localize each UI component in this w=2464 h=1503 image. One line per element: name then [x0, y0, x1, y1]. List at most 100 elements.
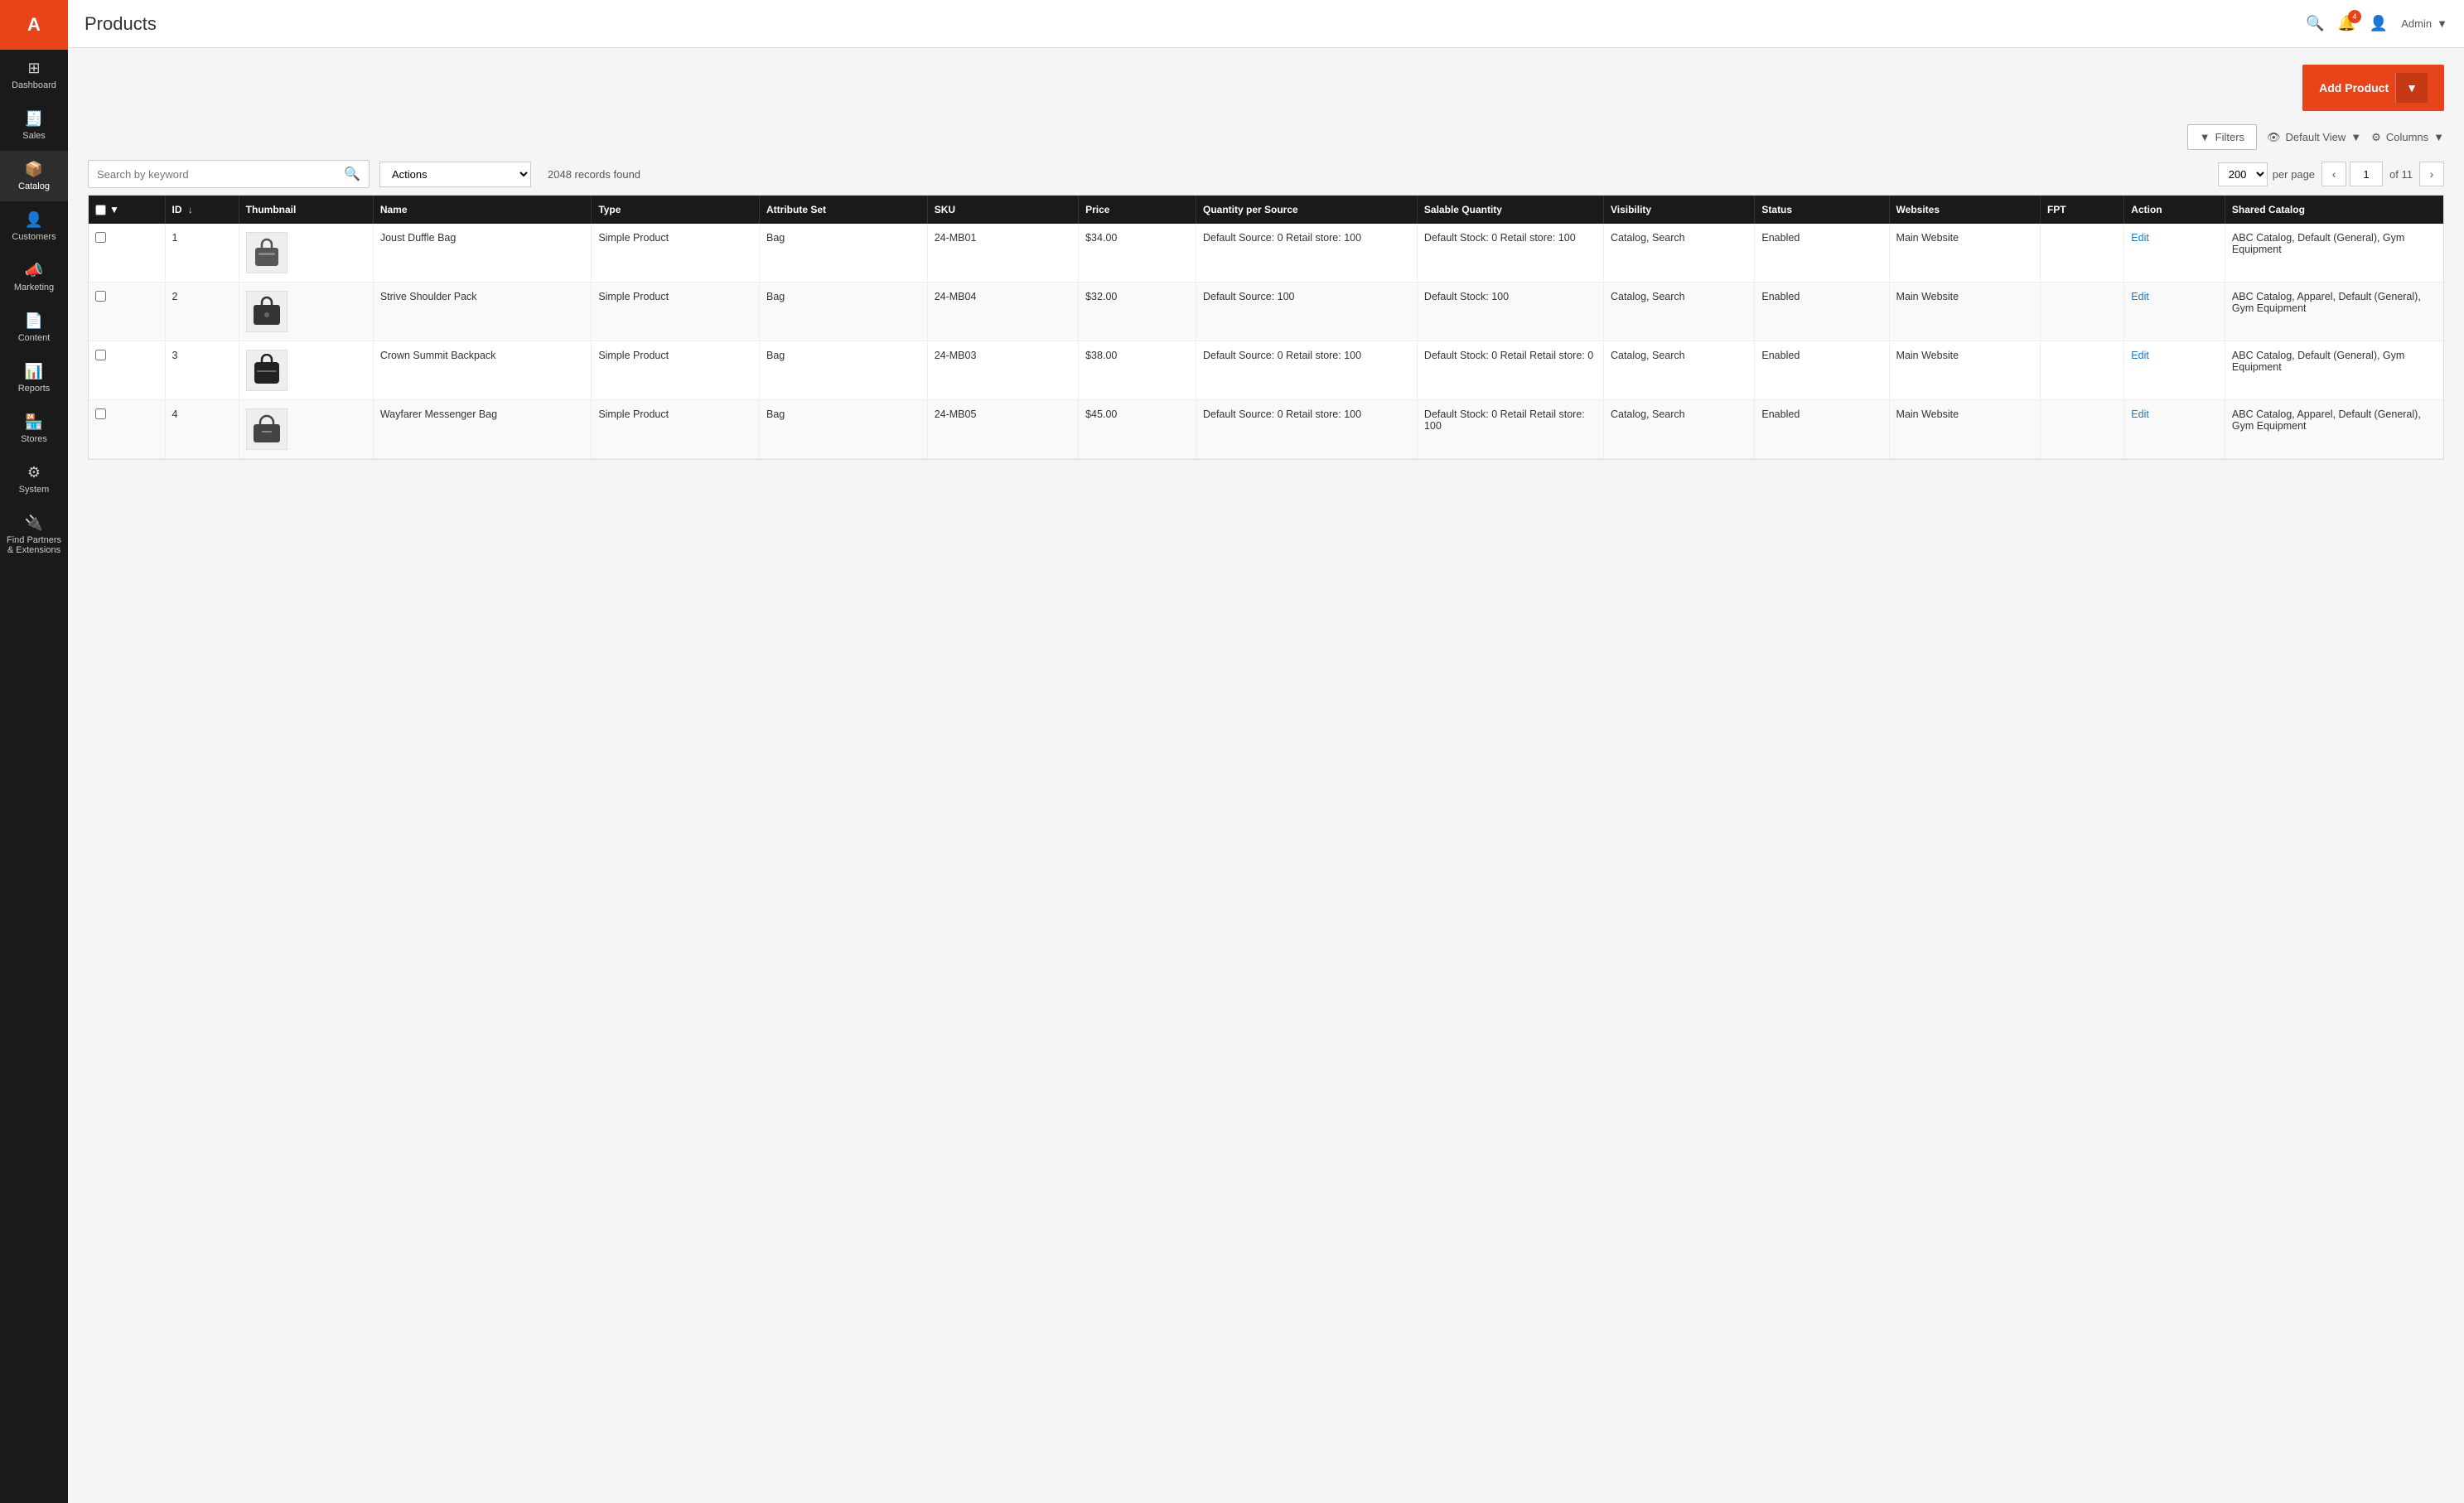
row-fpt — [2040, 341, 2123, 400]
row-status: Enabled — [1755, 341, 1889, 400]
row-action: Edit — [2124, 224, 2225, 283]
row-qty-per-source: Default Source: 0 Retail store: 100 — [1196, 341, 1417, 400]
view-dropdown-arrow: ▼ — [2350, 131, 2361, 143]
user-dropdown[interactable]: Admin ▼ — [2401, 17, 2447, 30]
row-visibility: Catalog, Search — [1603, 224, 1754, 283]
row-fpt — [2040, 400, 2123, 459]
table-body: 1 Joust Duffle Bag Simple Product Bag 24… — [89, 224, 2443, 459]
add-product-button[interactable]: Add Product ▼ — [2302, 65, 2444, 111]
search-input[interactable] — [97, 168, 344, 181]
row-qty-per-source: Default Source: 0 Retail store: 100 — [1196, 224, 1417, 283]
columns-label: Columns — [2386, 131, 2428, 143]
row-thumbnail — [239, 400, 373, 459]
th-price[interactable]: Price — [1079, 196, 1196, 224]
prev-page-button[interactable]: ‹ — [2321, 162, 2346, 186]
edit-link[interactable]: Edit — [2131, 291, 2149, 302]
default-view-label: Default View — [2286, 131, 2346, 143]
page-title: Products — [85, 13, 157, 35]
sidebar-item-label: Catalog — [18, 181, 50, 191]
per-page-label: per page — [2273, 168, 2315, 181]
row-checkbox[interactable] — [95, 291, 106, 302]
sidebar-item-stores[interactable]: 🏪 Stores — [0, 404, 68, 454]
table-row: 1 Joust Duffle Bag Simple Product Bag 24… — [89, 224, 2443, 283]
sidebar-item-label: Marketing — [14, 283, 54, 292]
sidebar-item-label: Sales — [22, 131, 46, 141]
sidebar: A ⊞ Dashboard 🧾 Sales 📦 Catalog 👤 Custom… — [0, 0, 68, 1503]
sidebar-item-content[interactable]: 📄 Content — [0, 302, 68, 353]
dashboard-icon: ⊞ — [27, 60, 40, 77]
row-thumbnail — [239, 283, 373, 341]
row-type: Simple Product — [592, 341, 760, 400]
next-page-button[interactable]: › — [2419, 162, 2444, 186]
row-checkbox[interactable] — [95, 232, 106, 243]
select-all-checkbox[interactable] — [95, 205, 106, 215]
th-salable-qty[interactable]: Salable Quantity — [1417, 196, 1603, 224]
filters-label: Filters — [2215, 131, 2244, 143]
th-fpt[interactable]: FPT — [2040, 196, 2123, 224]
row-checkbox[interactable] — [95, 408, 106, 419]
search-button[interactable]: 🔍 — [2306, 15, 2324, 32]
th-name[interactable]: Name — [373, 196, 592, 224]
row-sku: 24-MB05 — [927, 400, 1078, 459]
product-image — [246, 350, 287, 391]
columns-button[interactable]: ⚙ Columns ▼ — [2371, 131, 2444, 144]
add-product-dropdown-arrow[interactable]: ▼ — [2395, 73, 2428, 103]
th-action: Action — [2124, 196, 2225, 224]
row-checkbox[interactable] — [95, 350, 106, 360]
product-image — [246, 291, 287, 332]
row-status: Enabled — [1755, 400, 1889, 459]
row-salable-qty: Default Stock: 0 Retail Retail store: 0 — [1417, 341, 1603, 400]
row-salable-qty: Default Stock: 0 Retail Retail store: 10… — [1417, 400, 1603, 459]
sort-icon: ↓ — [188, 204, 193, 215]
sidebar-item-sales[interactable]: 🧾 Sales — [0, 100, 68, 151]
checkbox-dropdown-arrow[interactable]: ▼ — [109, 204, 119, 215]
row-visibility: Catalog, Search — [1603, 341, 1754, 400]
per-page-select-container: 200 20 50 100 per page — [2218, 162, 2315, 186]
row-price: $34.00 — [1079, 224, 1196, 283]
th-qty-per-source[interactable]: Quantity per Source — [1196, 196, 1417, 224]
th-status[interactable]: Status — [1755, 196, 1889, 224]
th-sku[interactable]: SKU — [927, 196, 1078, 224]
sidebar-item-catalog[interactable]: 📦 Catalog — [0, 151, 68, 201]
user-dropdown-arrow: ▼ — [2437, 17, 2447, 30]
per-page-select[interactable]: 200 20 50 100 — [2218, 162, 2268, 186]
columns-icon: ⚙ — [2371, 131, 2381, 144]
th-visibility[interactable]: Visibility — [1603, 196, 1754, 224]
actions-select[interactable]: Actions Delete Change Status Update Attr… — [379, 162, 531, 187]
customers-icon: 👤 — [25, 211, 43, 229]
row-shared-catalog: ABC Catalog, Apparel, Default (General),… — [2225, 283, 2443, 341]
edit-link[interactable]: Edit — [2131, 408, 2149, 420]
user-menu-button[interactable]: 👤 — [2370, 15, 2388, 32]
row-name: Wayfarer Messenger Bag — [373, 400, 592, 459]
row-id: 1 — [165, 224, 239, 283]
edit-link[interactable]: Edit — [2131, 350, 2149, 361]
filter-bar: ▼ Filters 👁 Default View ▼ ⚙ Columns ▼ — [88, 124, 2444, 150]
row-attribute-set: Bag — [760, 224, 928, 283]
th-type[interactable]: Type — [592, 196, 760, 224]
filters-button[interactable]: ▼ Filters — [2187, 124, 2257, 150]
row-action: Edit — [2124, 341, 2225, 400]
th-websites[interactable]: Websites — [1889, 196, 2040, 224]
notifications-button[interactable]: 🔔 4 — [2337, 15, 2355, 32]
sidebar-item-label: Dashboard — [12, 80, 56, 90]
default-view-button[interactable]: 👁 Default View ▼ — [2267, 131, 2361, 144]
row-websites: Main Website — [1889, 224, 2040, 283]
sidebar-item-marketing[interactable]: 📣 Marketing — [0, 252, 68, 302]
sidebar-logo[interactable]: A — [0, 0, 68, 50]
sidebar-item-dashboard[interactable]: ⊞ Dashboard — [0, 50, 68, 100]
product-image — [246, 232, 287, 273]
add-product-bar: Add Product ▼ — [88, 65, 2444, 111]
th-id[interactable]: ID ↓ — [165, 196, 239, 224]
pagination: 200 20 50 100 per page ‹ of 11 › — [2218, 162, 2444, 186]
page-number-input[interactable] — [2350, 162, 2383, 186]
sidebar-item-partners[interactable]: 🔌 Find Partners & Extensions — [0, 505, 68, 565]
th-attribute-set[interactable]: Attribute Set — [760, 196, 928, 224]
row-id: 3 — [165, 341, 239, 400]
edit-link[interactable]: Edit — [2131, 232, 2149, 244]
reports-icon: 📊 — [25, 363, 43, 380]
sidebar-item-reports[interactable]: 📊 Reports — [0, 353, 68, 404]
th-shared-catalog[interactable]: Shared Catalog — [2225, 196, 2443, 224]
sidebar-item-system[interactable]: ⚙ System — [0, 454, 68, 505]
sidebar-item-customers[interactable]: 👤 Customers — [0, 201, 68, 252]
row-status: Enabled — [1755, 283, 1889, 341]
